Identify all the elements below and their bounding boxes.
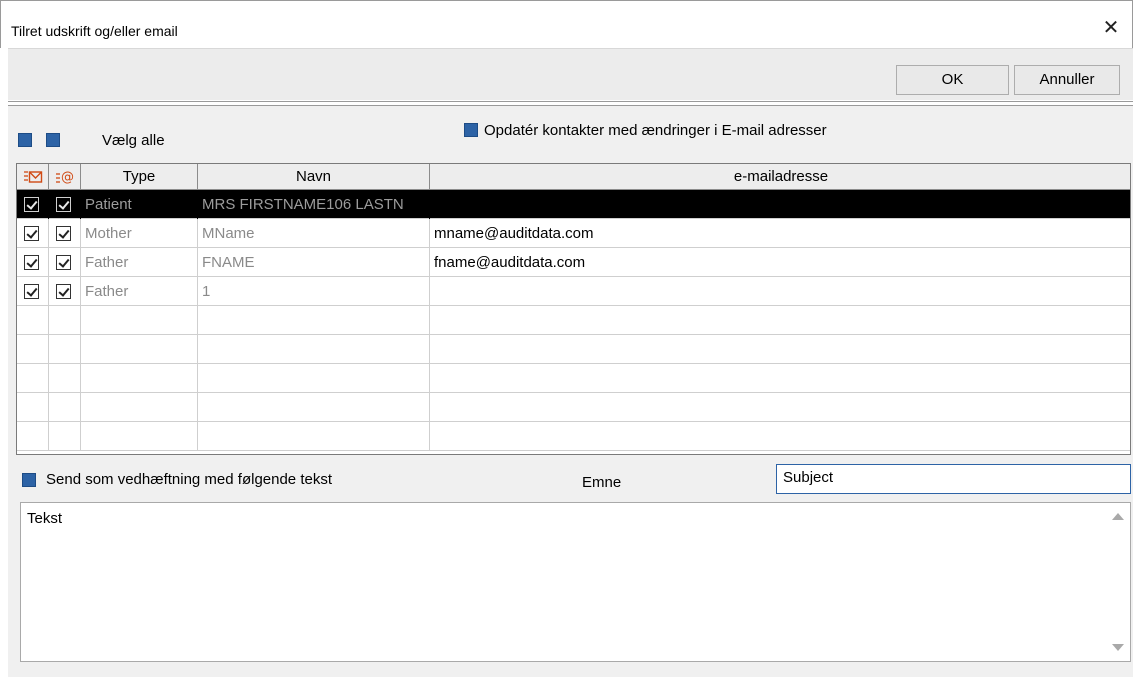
column-navn[interactable]: Navn xyxy=(198,164,430,190)
window-title: Tilret udskrift og/eller email xyxy=(11,23,178,39)
row-name: MRS FIRSTNAME106 LASTN xyxy=(198,190,430,219)
toolbar: OK Annuller xyxy=(8,48,1133,106)
row-email[interactable] xyxy=(430,277,1130,306)
email-checkbox[interactable] xyxy=(56,284,71,299)
row-type: Mother xyxy=(81,219,198,248)
column-type[interactable]: Type xyxy=(81,164,198,190)
table-row[interactable]: Father FNAME fname@auditdata.com xyxy=(17,248,1130,277)
print-checkbox[interactable] xyxy=(24,255,39,270)
row-email[interactable]: mname@auditdata.com xyxy=(430,219,1130,248)
table-row-empty[interactable] xyxy=(17,335,1130,364)
body-text: Tekst xyxy=(27,510,63,527)
table-header: @ Type Navn e-mailadresse xyxy=(17,164,1130,190)
body-textarea[interactable]: Tekst xyxy=(20,502,1131,662)
email-select-icon[interactable]: @ xyxy=(49,164,81,190)
print-select-icon[interactable] xyxy=(17,164,49,190)
table-row[interactable]: Father 1 xyxy=(17,277,1130,306)
cancel-button[interactable]: Annuller xyxy=(1014,65,1120,95)
row-type: Father xyxy=(81,248,198,277)
dialog-content: Vælg alle Opdatér kontakter med ændringe… xyxy=(8,106,1133,677)
select-all-email-checkbox[interactable] xyxy=(46,133,60,147)
row-name: FNAME xyxy=(198,248,430,277)
svg-text:@: @ xyxy=(61,170,74,185)
column-email[interactable]: e-mailadresse xyxy=(430,164,1130,190)
subject-label: Emne xyxy=(582,474,622,491)
update-contacts-label: Opdatér kontakter med ændringer i E-mail… xyxy=(484,122,827,139)
title-bar: Tilret udskrift og/eller email ✕ xyxy=(0,0,1133,48)
update-contacts-checkbox[interactable] xyxy=(464,123,478,137)
subject-input[interactable]: Subject xyxy=(776,464,1131,494)
table-row-empty[interactable] xyxy=(17,364,1130,393)
send-as-attachment-label: Send som vedhæftning med følgende tekst xyxy=(46,471,332,488)
table-row[interactable]: Patient MRS FIRSTNAME106 LASTN xyxy=(17,190,1130,219)
scroll-down-icon[interactable] xyxy=(1112,644,1124,651)
email-checkbox[interactable] xyxy=(56,226,71,241)
row-name: 1 xyxy=(198,277,430,306)
send-as-attachment-checkbox[interactable] xyxy=(22,473,36,487)
email-checkbox[interactable] xyxy=(56,197,71,212)
print-checkbox[interactable] xyxy=(24,284,39,299)
row-type: Patient xyxy=(81,190,198,219)
close-icon[interactable]: ✕ xyxy=(1100,17,1122,39)
recipients-table: @ Type Navn e-mailadresse Patient MRS FI… xyxy=(16,163,1131,455)
select-all-print-checkbox[interactable] xyxy=(18,133,32,147)
select-all-label: Vælg alle xyxy=(102,132,165,149)
ok-button[interactable]: OK xyxy=(896,65,1009,95)
table-row-empty[interactable] xyxy=(17,422,1130,451)
row-name: MName xyxy=(198,219,430,248)
row-email[interactable]: fname@auditdata.com xyxy=(430,248,1130,277)
row-email[interactable] xyxy=(430,190,1130,219)
row-type: Father xyxy=(81,277,198,306)
table-row-empty[interactable] xyxy=(17,393,1130,422)
scroll-up-icon[interactable] xyxy=(1112,513,1124,520)
email-checkbox[interactable] xyxy=(56,255,71,270)
table-row[interactable]: Mother MName mname@auditdata.com xyxy=(17,219,1130,248)
table-row-empty[interactable] xyxy=(17,306,1130,335)
print-checkbox[interactable] xyxy=(24,226,39,241)
print-checkbox[interactable] xyxy=(24,197,39,212)
